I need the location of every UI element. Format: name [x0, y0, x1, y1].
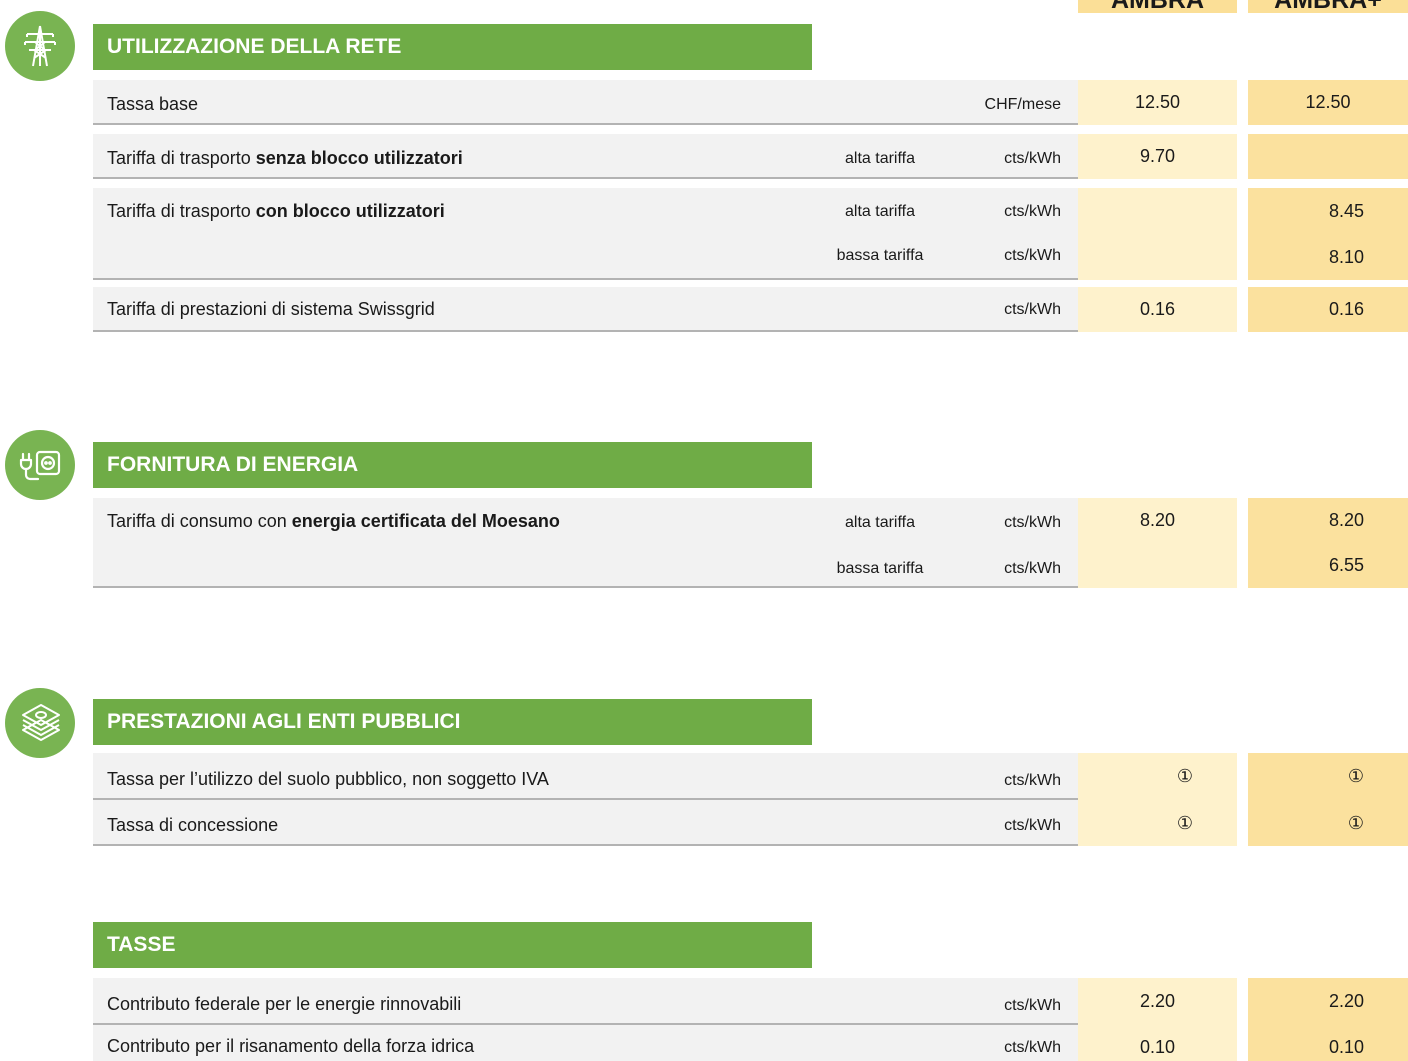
ambra-plus-value: 6.55 — [1248, 543, 1408, 588]
ambra-plus-value: 8.20 — [1248, 498, 1408, 543]
ambra-value: 9.70 — [1078, 134, 1237, 179]
ambra-value: 12.50 — [1078, 80, 1237, 125]
ambra-value: ① — [1078, 800, 1237, 846]
row-unit: cts/kWh — [1004, 1039, 1061, 1056]
row-label: Contributo federale per le energie rinno… — [107, 994, 462, 1014]
section-title-tasse: TASSE — [93, 922, 812, 968]
money-stack-icon — [5, 688, 75, 758]
row-unit: cts/kWh — [1004, 560, 1061, 577]
row-label-bold: energia certificata del Moesano — [291, 511, 560, 531]
section-title-prestazioni: PRESTAZIONI AGLI ENTI PUBBLICI — [93, 699, 812, 745]
row-tariff: bassa tariffa — [836, 560, 924, 577]
row-label-bold: senza blocco utilizzatori — [255, 148, 463, 168]
ambra-plus-value — [1248, 134, 1408, 179]
row-unit: cts/kWh — [1004, 997, 1061, 1014]
ambra-plus-value: 2.20 — [1248, 978, 1408, 1025]
section-title-fornitura: FORNITURA DI ENERGIA — [93, 442, 812, 488]
row-unit: cts/kWh — [1004, 514, 1061, 531]
ambra-plus-value: 0.10 — [1248, 1025, 1408, 1061]
ambra-value: 2.20 — [1078, 978, 1237, 1025]
row-label: Tassa base — [107, 94, 199, 114]
column-header-ambra-plus: AMBRA+ — [1248, 0, 1408, 13]
table-row — [93, 80, 1078, 125]
column-header-ambra-plus-label: AMBRA+ — [1248, 0, 1408, 13]
row-label: Tariffa di consumo con energia certifica… — [107, 510, 560, 532]
ambra-value: 0.16 — [1078, 287, 1237, 332]
ambra-plus-value: 8.45 — [1248, 188, 1408, 234]
ambra-plus-value: ① — [1248, 753, 1408, 800]
row-unit: cts/kWh — [1004, 772, 1061, 789]
ambra-value: 8.20 — [1078, 498, 1237, 543]
ambra-plus-value: 0.16 — [1248, 287, 1408, 332]
row-label: Contributo per il risanamento della forz… — [107, 1036, 475, 1056]
section-title-utilizzazione: UTILIZZAZIONE DELLA RETE — [93, 24, 812, 70]
column-header-ambra-label: AMBRA — [1078, 0, 1237, 13]
row-tariff: alta tariffa — [845, 514, 915, 531]
row-label: Tassa di concessione — [107, 815, 279, 835]
ambra-value — [1078, 188, 1237, 280]
row-tariff: alta tariffa — [845, 203, 915, 220]
row-unit: cts/kWh — [1004, 247, 1061, 264]
row-label: Tariffa di prestazioni di sistema Swissg… — [107, 299, 435, 319]
ambra-plus-value: 12.50 — [1248, 80, 1408, 125]
row-label-text: Tariffa di consumo con — [107, 511, 292, 531]
plug-socket-icon — [5, 430, 75, 500]
ambra-plus-value: ① — [1248, 800, 1408, 846]
row-label: Tassa per l’utilizzo del suolo pubblico,… — [107, 769, 549, 789]
row-unit: cts/kWh — [1004, 150, 1061, 167]
row-unit: cts/kWh — [1004, 301, 1061, 318]
ambra-plus-value: 8.10 — [1248, 234, 1408, 280]
row-unit: CHF/mese — [984, 96, 1061, 113]
ambra-value — [1078, 543, 1237, 588]
row-tariff: bassa tariffa — [836, 247, 924, 264]
row-unit: cts/kWh — [1004, 203, 1061, 220]
ambra-value: 0.10 — [1078, 1025, 1237, 1061]
row-label: Tariffa di trasporto con blocco utilizza… — [107, 200, 445, 222]
row-label-text: Tariffa di trasporto — [107, 201, 256, 221]
power-pylon-icon — [5, 11, 75, 81]
row-label-text: Tariffa di trasporto — [107, 148, 256, 168]
column-header-ambra: AMBRA — [1078, 0, 1237, 13]
row-unit: cts/kWh — [1004, 817, 1061, 834]
ambra-value: ① — [1078, 753, 1237, 800]
row-label-bold: con blocco utilizzatori — [255, 201, 445, 221]
row-label: Tariffa di trasporto senza blocco utiliz… — [107, 147, 463, 169]
row-tariff: alta tariffa — [845, 150, 915, 167]
